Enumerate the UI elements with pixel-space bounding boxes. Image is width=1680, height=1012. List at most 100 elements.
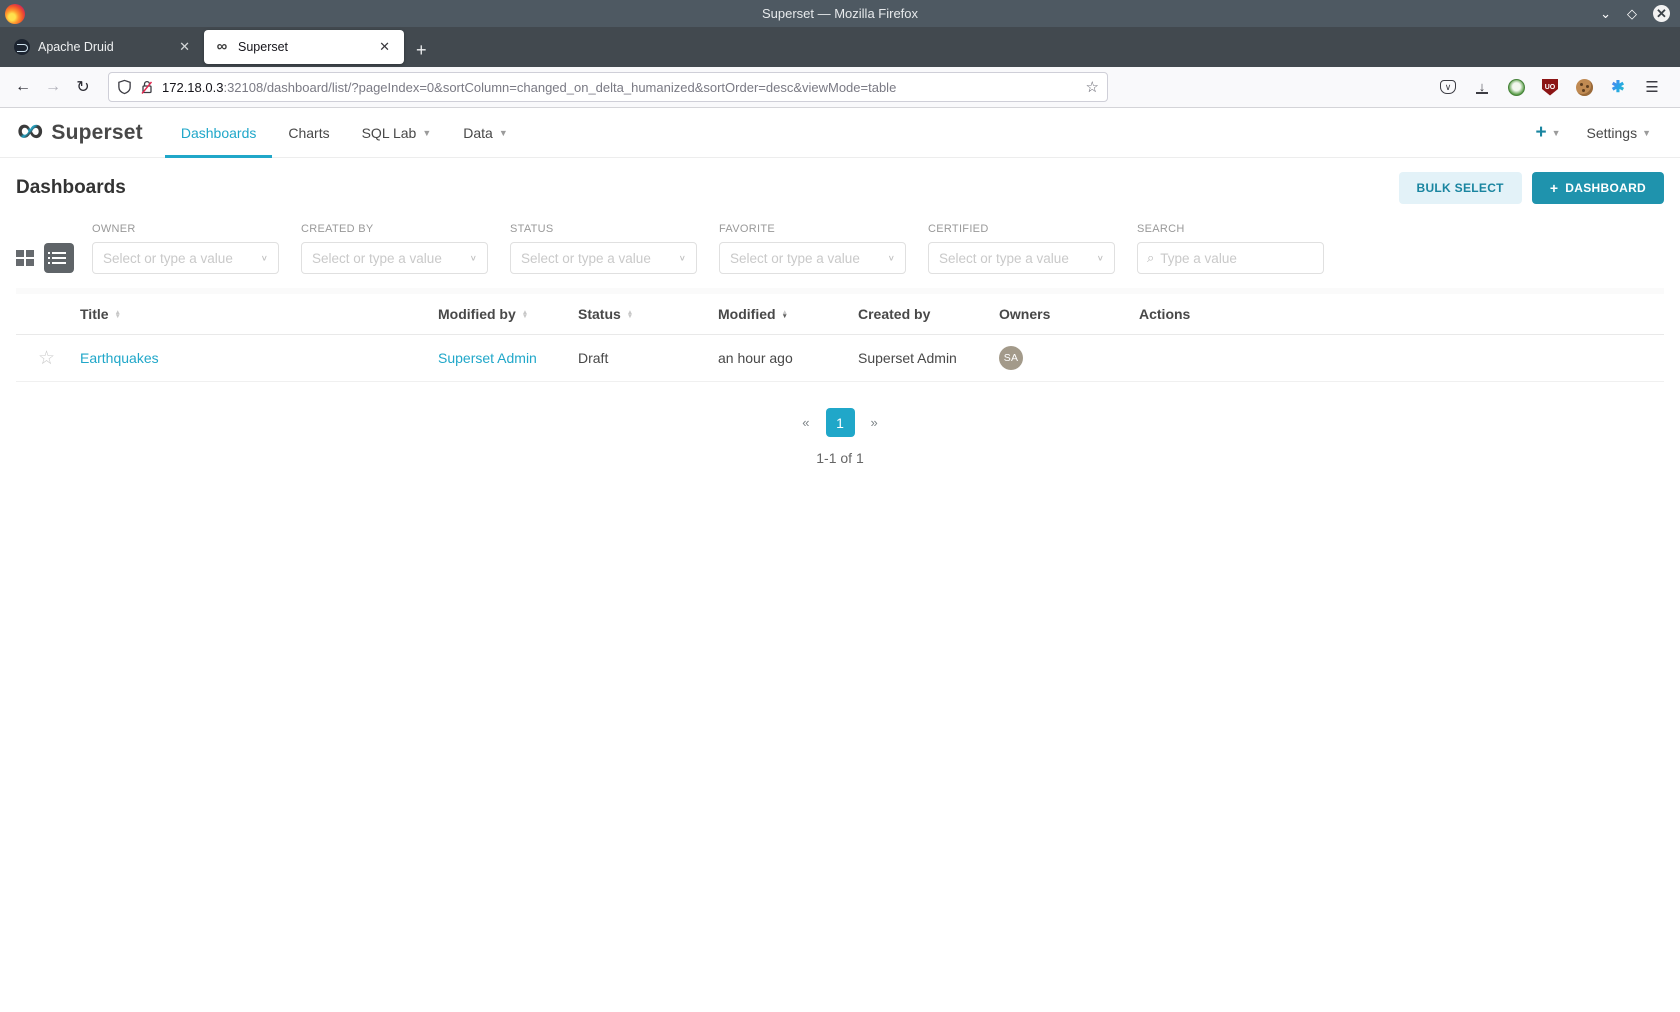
superset-logo: ∞ (17, 108, 44, 150)
main-nav: Dashboards Charts SQL Lab ▼ Data ▼ (164, 108, 524, 158)
ublock-icon[interactable]: UO (1540, 77, 1560, 97)
favorite-column-header (16, 294, 80, 335)
certified-select[interactable]: Select or type a value ∨ (928, 242, 1115, 274)
tab-apache-druid[interactable]: Apache Druid ✕ (4, 30, 204, 64)
maximize-icon[interactable]: ◇ (1627, 7, 1637, 20)
caret-down-icon: ▼ (1551, 127, 1561, 138)
filter-search: SEARCH ⌕ (1137, 223, 1338, 274)
brand-name: Superset (51, 120, 143, 144)
nav-item-sql-lab[interactable]: SQL Lab ▼ (346, 108, 448, 158)
owner-select[interactable]: Select or type a value ∨ (92, 242, 279, 274)
list-view-icon[interactable] (44, 243, 74, 273)
card-view-icon[interactable] (16, 250, 34, 266)
url-text[interactable]: 172.18.0.3:32108/dashboard/list/?pageInd… (162, 80, 1086, 95)
column-header-created-by: Created by (858, 294, 999, 335)
settings-menu[interactable]: Settings ▼ (1586, 125, 1651, 141)
downloads-icon[interactable]: ↓ (1472, 77, 1492, 97)
page-title: Dashboards (16, 176, 126, 198)
table-header-row: Title ▲ ▼ Modified by ▲ ▼ Status ▲ ▼ Modified ▲… (16, 294, 1664, 335)
caret-down-icon: ▼ (498, 127, 508, 138)
select-placeholder: Select or type a value (312, 250, 442, 266)
favorite-select[interactable]: Select or type a value ∨ (719, 242, 906, 274)
column-header-actions: Actions (1139, 294, 1664, 335)
prev-page-button[interactable]: « (796, 411, 815, 434)
nav-item-label: Dashboards (180, 124, 257, 141)
privacy-badger-icon[interactable] (1506, 77, 1526, 97)
nav-item-label: SQL Lab (361, 124, 417, 141)
filter-label: SEARCH (1137, 223, 1185, 235)
window-titlebar: Superset — Mozilla Firefox ⌄ ◇ ✕ (0, 0, 1680, 27)
column-header-modified[interactable]: Modified ▲ ▼ (718, 294, 858, 335)
select-placeholder: Select or type a value (103, 250, 233, 266)
chevron-down-icon: ∨ (469, 253, 477, 263)
browser-toolbar: ← → ↻ 172.18.0.3:32108/dashboard/list/?p… (0, 67, 1680, 108)
modified-by-link[interactable]: Superset Admin (438, 350, 537, 366)
select-placeholder: Select or type a value (730, 250, 860, 266)
filter-status: STATUS Select or type a value ∨ (510, 223, 697, 274)
select-placeholder: Select or type a value (521, 250, 651, 266)
menu-icon[interactable]: ☰ (1642, 77, 1662, 97)
filter-label: CREATED BY (301, 223, 374, 235)
nav-item-data[interactable]: Data ▼ (447, 108, 524, 158)
filter-label: OWNER (92, 223, 136, 235)
filter-owner: OWNER Select or type a value ∨ (92, 223, 279, 274)
extension-spark-icon[interactable]: ✱ (1608, 77, 1628, 97)
select-placeholder: Select or type a value (939, 250, 1069, 266)
new-tab-button[interactable]: + (404, 40, 439, 67)
caret-down-icon: ▼ (422, 127, 432, 138)
search-input[interactable] (1160, 250, 1338, 266)
window-title: Superset — Mozilla Firefox (761, 6, 919, 21)
next-page-button[interactable]: » (865, 411, 884, 434)
url-bar[interactable]: 172.18.0.3:32108/dashboard/list/?pageInd… (108, 72, 1108, 102)
pagination: « 1 » (0, 408, 1680, 437)
close-icon[interactable]: ✕ (1653, 5, 1670, 22)
chevron-down-icon: ∨ (678, 253, 686, 263)
dashboard-title-link[interactable]: Earthquakes (80, 350, 159, 366)
forward-button[interactable]: → (38, 73, 68, 101)
favorite-star-icon[interactable]: ☆ (16, 347, 55, 370)
tab-superset[interactable]: ∞ Superset ✕ (204, 30, 404, 64)
status-value: Draft (578, 350, 609, 366)
bookmark-star-icon[interactable]: ☆ (1086, 78, 1099, 96)
nav-item-charts[interactable]: Charts (272, 108, 345, 158)
column-header-owners: Owners (999, 294, 1139, 335)
chevron-down-icon: ∨ (887, 253, 895, 263)
nav-item-label: Charts (288, 124, 330, 141)
druid-favicon-icon (14, 39, 30, 55)
filter-label: CERTIFIED (928, 223, 989, 235)
insecure-lock-icon[interactable] (140, 80, 154, 95)
nav-item-dashboards[interactable]: Dashboards (164, 108, 273, 158)
plus-icon: + (1535, 121, 1547, 143)
column-header-title[interactable]: Title ▲ ▼ (80, 294, 438, 335)
superset-brand[interactable]: ∞ Superset (17, 111, 143, 148)
column-header-modified-by[interactable]: Modified by ▲ ▼ (438, 294, 578, 335)
actions-cell (1139, 334, 1664, 382)
reload-button[interactable]: ↻ (68, 73, 98, 101)
cookie-extension-icon[interactable] (1574, 77, 1594, 97)
sort-icon: ▲ ▼ (521, 309, 529, 321)
new-dashboard-button[interactable]: + DASHBOARD (1531, 171, 1664, 204)
chevron-down-icon: ∨ (1096, 253, 1104, 263)
new-item-menu[interactable]: + ▼ (1535, 122, 1560, 144)
tab-close-icon[interactable]: ✕ (375, 37, 394, 57)
bulk-select-button[interactable]: BULK SELECT (1398, 171, 1522, 204)
filter-label: STATUS (510, 223, 554, 235)
pocket-icon[interactable]: ∨ (1438, 77, 1458, 97)
filter-bar: OWNER Select or type a value ∨ CREATED B… (0, 217, 1680, 288)
column-header-status[interactable]: Status ▲ ▼ (578, 294, 718, 335)
dashboards-table: Title ▲ ▼ Modified by ▲ ▼ Status ▲ ▼ Modified ▲… (16, 288, 1664, 382)
page-1-button[interactable]: 1 (825, 408, 855, 437)
back-button[interactable]: ← (8, 73, 38, 101)
sort-icon: ▲ ▼ (114, 309, 121, 321)
created-by-value: Superset Admin (858, 350, 957, 366)
sort-icon: ▲ ▼ (781, 309, 788, 321)
tracking-shield-icon[interactable] (117, 79, 132, 95)
url-path: :32108/dashboard/list/?pageIndex=0&sortC… (223, 79, 897, 95)
pagination-summary: 1-1 of 1 (816, 450, 864, 466)
status-select[interactable]: Select or type a value ∨ (510, 242, 697, 274)
nav-item-label: Data (463, 124, 493, 141)
created-by-select[interactable]: Select or type a value ∨ (301, 242, 488, 274)
owner-avatar[interactable]: SA (999, 346, 1023, 370)
minimize-icon[interactable]: ⌄ (1600, 7, 1611, 20)
tab-close-icon[interactable]: ✕ (175, 37, 194, 57)
